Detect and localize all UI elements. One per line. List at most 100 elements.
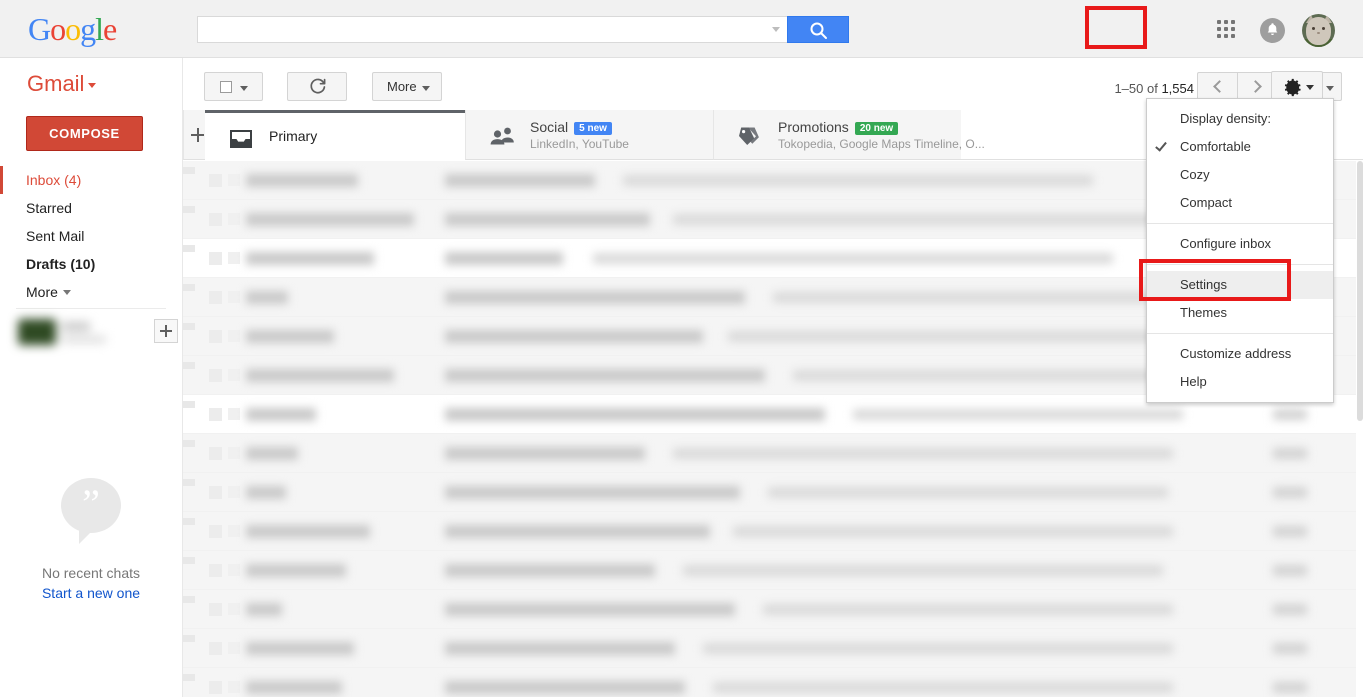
table-row[interactable] <box>183 668 1363 697</box>
row-marker <box>183 674 195 681</box>
row-star-icon[interactable] <box>228 564 240 576</box>
row-star-icon[interactable] <box>228 252 240 264</box>
sidebar: Gmail COMPOSE Inbox (4) Starred Sent Mai… <box>0 58 182 697</box>
gmail-window: Google Gmail COMPOSE Inbox (4) Starred S… <box>0 0 1363 697</box>
row-checkbox[interactable] <box>209 642 222 655</box>
row-star-icon[interactable] <box>228 642 240 654</box>
row-sender-redacted <box>246 408 316 421</box>
sidebar-item-more[interactable]: More <box>0 278 182 306</box>
menu-item-themes[interactable]: Themes <box>1147 299 1333 327</box>
row-star-icon[interactable] <box>228 525 240 537</box>
row-date-redacted <box>1273 409 1307 420</box>
apps-grid-icon[interactable] <box>1217 20 1237 40</box>
row-subject-redacted <box>445 408 825 421</box>
menu-item-configure-inbox[interactable]: Configure inbox <box>1147 230 1333 258</box>
menu-item-settings[interactable]: Settings <box>1147 271 1333 299</box>
menu-item-label: Customize address <box>1180 346 1292 361</box>
menu-item-customize-address[interactable]: Customize address <box>1147 340 1333 368</box>
tab-promotions-label: Promotions 20 new <box>778 119 899 135</box>
previous-page-button[interactable] <box>1197 72 1237 101</box>
row-star-icon[interactable] <box>228 486 240 498</box>
row-star-icon[interactable] <box>228 291 240 303</box>
row-checkbox[interactable] <box>209 369 222 382</box>
row-star-icon[interactable] <box>228 174 240 186</box>
people-icon <box>490 127 514 145</box>
menu-item-comfortable[interactable]: Comfortable <box>1147 133 1333 161</box>
row-sender-redacted <box>246 291 288 304</box>
row-subject-redacted <box>445 369 765 382</box>
row-star-icon[interactable] <box>228 213 240 225</box>
menu-separator <box>1147 333 1333 334</box>
search-button[interactable] <box>787 16 849 43</box>
row-date-redacted <box>1273 526 1307 537</box>
more-actions-button[interactable]: More <box>372 72 442 101</box>
row-star-icon[interactable] <box>228 681 240 693</box>
table-row[interactable] <box>183 590 1363 629</box>
row-checkbox[interactable] <box>209 681 222 694</box>
row-marker <box>183 362 195 369</box>
row-star-icon[interactable] <box>228 330 240 342</box>
sidebar-item-sent-mail[interactable]: Sent Mail <box>0 222 182 250</box>
row-checkbox[interactable] <box>209 408 222 421</box>
menu-item-help[interactable]: Help <box>1147 368 1333 396</box>
sidebar-item-starred[interactable]: Starred <box>0 194 182 222</box>
row-checkbox[interactable] <box>209 213 222 226</box>
compose-button[interactable]: COMPOSE <box>26 116 143 151</box>
row-date-redacted <box>1273 487 1307 498</box>
tab-social[interactable]: Social 5 new LinkedIn, YouTube <box>465 110 713 160</box>
sidebar-item-drafts[interactable]: Drafts (10) <box>0 250 182 278</box>
menu-item-compact[interactable]: Compact <box>1147 189 1333 217</box>
more-label: More <box>387 79 417 94</box>
table-row[interactable] <box>183 473 1363 512</box>
row-checkbox[interactable] <box>209 291 222 304</box>
refresh-button[interactable] <box>287 72 347 101</box>
row-checkbox[interactable] <box>209 603 222 616</box>
row-star-icon[interactable] <box>228 603 240 615</box>
tab-primary[interactable]: Primary <box>205 110 465 160</box>
row-star-icon[interactable] <box>228 408 240 420</box>
search-input-wrapper[interactable] <box>197 16 787 43</box>
row-snippet-redacted <box>713 682 1173 693</box>
menu-item-cozy[interactable]: Cozy <box>1147 161 1333 189</box>
hangouts-quote-glyph: ” <box>82 481 100 526</box>
search-input[interactable] <box>206 17 761 42</box>
row-checkbox[interactable] <box>209 447 222 460</box>
scrollbar-thumb[interactable] <box>1357 161 1363 421</box>
user-avatar[interactable] <box>1302 14 1335 47</box>
add-contact-button[interactable] <box>154 319 178 343</box>
table-row[interactable] <box>183 512 1363 551</box>
row-star-icon[interactable] <box>228 369 240 381</box>
row-subject-redacted <box>445 213 650 226</box>
sidebar-item-inbox[interactable]: Inbox (4) <box>0 166 182 194</box>
table-row[interactable] <box>183 551 1363 590</box>
table-row[interactable] <box>183 434 1363 473</box>
row-checkbox[interactable] <box>209 252 222 265</box>
sidebar-item-label: More <box>26 284 58 300</box>
row-checkbox[interactable] <box>209 174 222 187</box>
tab-promotions[interactable]: Promotions 20 new Tokopedia, Google Maps … <box>713 110 985 160</box>
table-row[interactable] <box>183 629 1363 668</box>
notifications-bell-icon[interactable] <box>1260 18 1285 43</box>
row-checkbox[interactable] <box>209 486 222 499</box>
gear-button[interactable] <box>1271 71 1323 101</box>
row-marker <box>183 401 195 408</box>
google-logo[interactable]: Google <box>28 13 117 45</box>
row-sender-redacted <box>246 174 358 187</box>
menu-item-label: Compact <box>1180 195 1233 210</box>
sidebar-item-label: Starred <box>26 200 72 216</box>
row-star-icon[interactable] <box>228 447 240 459</box>
gmail-brand-menu[interactable]: Gmail <box>27 73 97 95</box>
row-snippet-redacted <box>673 448 1173 459</box>
search-options-chevron-icon[interactable] <box>772 27 780 32</box>
row-checkbox[interactable] <box>209 525 222 538</box>
start-new-chat-link[interactable]: Start a new one <box>0 585 182 601</box>
select-all-checkbox-button[interactable] <box>204 72 263 101</box>
row-checkbox[interactable] <box>209 330 222 343</box>
row-snippet-redacted <box>763 604 1173 615</box>
row-checkbox[interactable] <box>209 564 222 577</box>
row-snippet-redacted <box>793 370 1183 381</box>
gear-icon <box>1284 78 1301 97</box>
mail-list-scrollbar[interactable] <box>1356 161 1363 697</box>
row-subject-redacted <box>445 642 675 655</box>
menu-item-label: Comfortable <box>1180 139 1251 154</box>
